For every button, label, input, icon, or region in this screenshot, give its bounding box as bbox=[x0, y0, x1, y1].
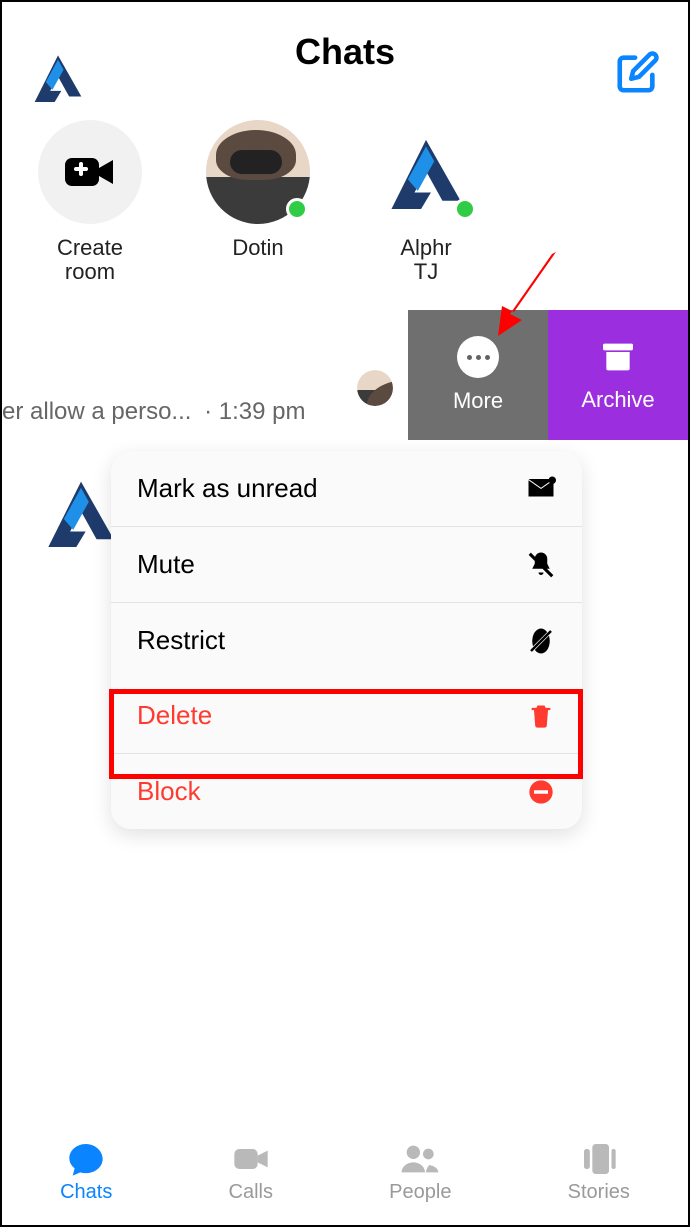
tab-calls[interactable]: Calls bbox=[229, 1139, 273, 1204]
presence-dot-icon bbox=[286, 198, 308, 220]
menu-block[interactable]: Block bbox=[111, 753, 582, 829]
people-icon bbox=[398, 1139, 442, 1179]
app-logo-icon bbox=[30, 52, 86, 102]
create-room-label: Create room bbox=[57, 236, 123, 284]
menu-restrict[interactable]: Restrict bbox=[111, 602, 582, 678]
chat-avatar bbox=[357, 370, 393, 406]
menu-block-label: Block bbox=[137, 776, 201, 807]
chat-list-row-swiped: er allow a perso... · 1:39 pm More Archi… bbox=[2, 310, 688, 440]
restrict-icon bbox=[526, 626, 556, 656]
more-dots-icon bbox=[457, 336, 499, 378]
menu-mark-unread[interactable]: Mark as unread bbox=[111, 451, 582, 526]
annotation-arrow-icon bbox=[492, 248, 562, 338]
mute-icon bbox=[526, 550, 556, 580]
chat-avatar-logo-icon bbox=[40, 477, 122, 547]
chat-time: · 1:39 pm bbox=[204, 398, 305, 425]
menu-mute-label: Mute bbox=[137, 549, 195, 580]
presence-dot-icon bbox=[454, 198, 476, 220]
menu-mute[interactable]: Mute bbox=[111, 526, 582, 602]
stories-icon bbox=[577, 1139, 621, 1179]
rooms-row: Create room Dotin Alphr TJ bbox=[2, 102, 688, 284]
swipe-archive-label: Archive bbox=[581, 387, 654, 413]
tab-stories-label: Stories bbox=[568, 1181, 630, 1204]
tab-chats[interactable]: Chats bbox=[60, 1139, 112, 1204]
unread-icon bbox=[526, 474, 556, 504]
tab-calls-label: Calls bbox=[229, 1181, 273, 1204]
swipe-more-label: More bbox=[453, 388, 503, 414]
room-contact-label: Dotin bbox=[232, 236, 283, 260]
chat-bubble-icon bbox=[64, 1139, 108, 1179]
block-icon bbox=[526, 777, 556, 807]
archive-icon bbox=[598, 337, 638, 377]
tab-people-label: People bbox=[389, 1181, 451, 1204]
room-contact-dotin[interactable]: Dotin bbox=[198, 120, 318, 284]
room-contact-alphr[interactable]: Alphr TJ bbox=[366, 120, 486, 284]
menu-delete[interactable]: Delete bbox=[111, 678, 582, 753]
chat-preview-text: er allow a perso... bbox=[2, 398, 191, 425]
tab-stories[interactable]: Stories bbox=[568, 1139, 630, 1204]
menu-mark-unread-label: Mark as unread bbox=[137, 473, 318, 504]
video-icon bbox=[229, 1139, 273, 1179]
header-bar: Chats bbox=[2, 2, 688, 102]
trash-icon bbox=[526, 701, 556, 731]
room-contact-label: Alphr TJ bbox=[400, 236, 451, 284]
avatar-logo-icon bbox=[383, 135, 469, 209]
menu-restrict-label: Restrict bbox=[137, 625, 225, 656]
video-plus-icon bbox=[65, 154, 115, 190]
swipe-archive-button[interactable]: Archive bbox=[548, 310, 688, 440]
menu-delete-label: Delete bbox=[137, 700, 212, 731]
page-title: Chats bbox=[295, 31, 395, 73]
create-room-button[interactable]: Create room bbox=[30, 120, 150, 284]
tab-chats-label: Chats bbox=[60, 1181, 112, 1204]
context-menu: Mark as unread Mute Restrict Delete Bloc… bbox=[111, 451, 582, 829]
bottom-tab-bar: Chats Calls People Stories bbox=[2, 1117, 688, 1225]
tab-people[interactable]: People bbox=[389, 1139, 451, 1204]
compose-button[interactable] bbox=[614, 50, 660, 96]
